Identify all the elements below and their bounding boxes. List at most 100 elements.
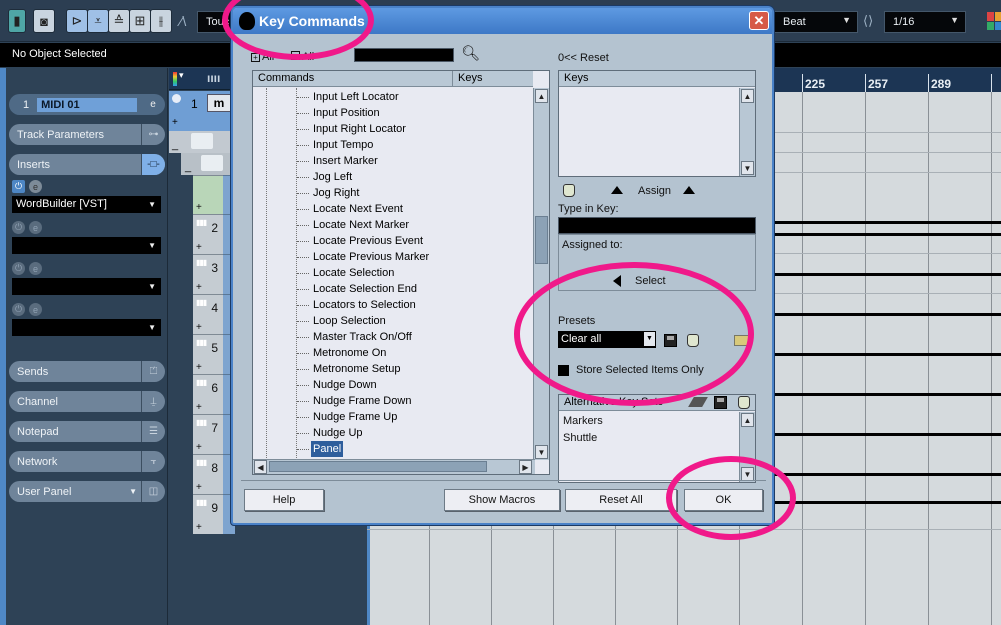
command-item[interactable]: Locate Selection [296,265,396,281]
network-icon[interactable]: ⫟ [141,451,165,472]
edit-icon[interactable]: e [29,262,42,275]
scroll-up-icon[interactable]: ▲ [535,89,548,103]
track-head[interactable]: ▮▮▮ 2 + [193,214,223,254]
add-icon[interactable]: + [196,322,202,333]
type-in-key-input[interactable] [558,217,756,234]
add-icon[interactable]: + [196,242,202,253]
activate-project-button[interactable]: ▮ [8,9,26,33]
scroll-up-icon[interactable]: ▲ [741,89,754,103]
command-item[interactable]: Panel [296,441,344,457]
select-button[interactable]: Select [635,275,666,287]
section-channel[interactable]: Channel ⍊ [9,391,165,412]
delete-key-set-icon[interactable] [738,396,750,409]
command-item[interactable]: Locate Selection End [297,281,419,297]
command-item[interactable]: Locate Next Event [297,201,405,217]
section-notepad[interactable]: Notepad ☰ [9,421,165,442]
command-item[interactable]: Master Track On/Off [297,329,414,345]
command-item[interactable]: Nudge Up [297,425,365,441]
expand-all-button[interactable]: + All [251,51,274,63]
power-icon[interactable]: ⏻ [12,180,25,193]
command-item[interactable]: Locate Next Marker [297,217,411,233]
command-item[interactable]: Nudge Frame Up [296,409,399,425]
glue-tool-button[interactable]: ⊞ [129,9,151,33]
section-sends[interactable]: Sends ⏍ [9,361,165,382]
track-head[interactable]: ▮▮▮ 6 + [193,374,223,414]
select-arrow-icon[interactable] [613,275,621,290]
collapse-all-button[interactable]: All [291,51,314,63]
scroll-thumb[interactable] [535,216,548,264]
keys-list[interactable]: Keys ▲ ▼ [558,70,756,177]
command-item[interactable]: Input Right Locator [297,121,408,137]
section-user-panel[interactable]: User Panel ▼ ◫ [9,481,165,502]
add-icon[interactable]: + [196,362,202,373]
sends-icon[interactable]: ⏍ [141,361,165,382]
track-head[interactable]: ▮▮▮ 5 + [193,334,223,374]
collapse-icon[interactable]: _ [172,139,178,151]
add-icon[interactable]: + [196,442,202,453]
range-tool-button[interactable]: ⩡ [87,9,109,33]
delete-preset-icon[interactable] [687,334,699,347]
scroll-down-icon[interactable]: ▼ [535,445,548,459]
mute-button[interactable]: m [207,94,231,112]
insert-slot-4[interactable]: ▼ [12,319,161,336]
track-head[interactable]: ▮▮▮ 8 + [193,454,223,494]
command-item[interactable]: Loop Selection [297,313,388,329]
alternative-key-sets-list[interactable]: Alternative Key Sets Markers Shuttle ▲ ▼ [558,394,756,483]
insert-slot-2[interactable]: ▼ [12,237,161,254]
power-icon[interactable]: ⏻ [12,221,25,234]
reset-all-button[interactable]: Reset All [565,489,677,511]
add-icon[interactable]: + [172,117,178,128]
store-selected-checkbox[interactable] [558,365,569,376]
scroll-right-icon[interactable]: ▶ [519,460,532,474]
import-folder-icon[interactable] [734,335,749,346]
add-icon[interactable]: + [196,202,202,213]
alt-key-sets-scrollbar[interactable]: ▲ ▼ [739,412,755,482]
chevron-down-icon[interactable]: ▾ [179,70,184,81]
list-item[interactable]: Markers [563,415,603,427]
section-track-parameters[interactable]: Track Parameters ⊶ [9,124,165,145]
help-button[interactable]: Help [244,489,324,511]
panel-icon[interactable]: ◫ [141,481,165,502]
e-edit-icon[interactable]: e [141,94,165,115]
object-select-button[interactable]: ⊳ [66,9,88,33]
scroll-down-icon[interactable]: ▼ [741,467,754,481]
commands-vertical-scrollbar[interactable]: ▲ ▼ [533,88,549,460]
track-name-header[interactable]: 1 MIDI 01 e [9,94,165,115]
track-head-green[interactable]: + [193,175,223,214]
insert-slot-3[interactable]: ▼ [12,278,161,295]
bypass-icon[interactable]: -□- [141,154,165,175]
show-macros-button[interactable]: Show Macros [444,489,560,511]
list-item[interactable]: Shuttle [563,432,597,444]
scroll-up-icon[interactable]: ▲ [741,413,754,427]
notepad-icon[interactable]: ☰ [141,421,165,442]
edit-icon[interactable]: e [29,180,42,193]
save-key-set-icon[interactable] [714,396,727,409]
track-colors-icon[interactable] [173,72,177,86]
split-tool-button[interactable]: ≙ [108,9,130,33]
constrain-delay-button[interactable]: ◙ [33,9,55,33]
track-head[interactable]: ▮▮▮ 9 + [193,494,223,534]
add-icon[interactable]: + [196,282,202,293]
scroll-down-icon[interactable]: ▼ [741,161,754,175]
delete-key-icon[interactable] [563,184,575,197]
add-icon[interactable]: + [196,482,202,493]
insert-slot-1[interactable]: WordBuilder [VST] ▼ [12,196,161,213]
command-item[interactable]: Insert Marker [297,153,380,169]
keys-scrollbar[interactable]: ▲ ▼ [739,88,755,176]
bypass-icon[interactable]: ⊶ [141,124,165,145]
color-palette-icon[interactable] [987,12,1001,30]
scroll-thumb[interactable] [269,461,487,472]
keys-column-header[interactable]: Keys [453,71,533,87]
section-inserts[interactable]: Inserts -□- [9,154,165,175]
command-item[interactable]: Jog Right [296,185,361,201]
commands-tree[interactable]: Commands Keys Input Left Locator Input Po… [252,70,550,475]
track-head[interactable]: ▮▮▮ 7 + [193,414,223,454]
collapse-icon[interactable]: _ [185,161,191,173]
reset-key-button[interactable]: 0<< Reset [558,52,609,64]
command-item[interactable]: Metronome Setup [296,361,402,377]
search-icon[interactable]: 🔍︎ [461,44,480,62]
track-head[interactable]: ▮▮▮ 4 + [193,294,223,334]
command-item[interactable]: Input Tempo [296,137,375,153]
command-item[interactable]: Locate Previous Event [296,233,425,249]
command-item[interactable]: Input Position [297,105,382,121]
